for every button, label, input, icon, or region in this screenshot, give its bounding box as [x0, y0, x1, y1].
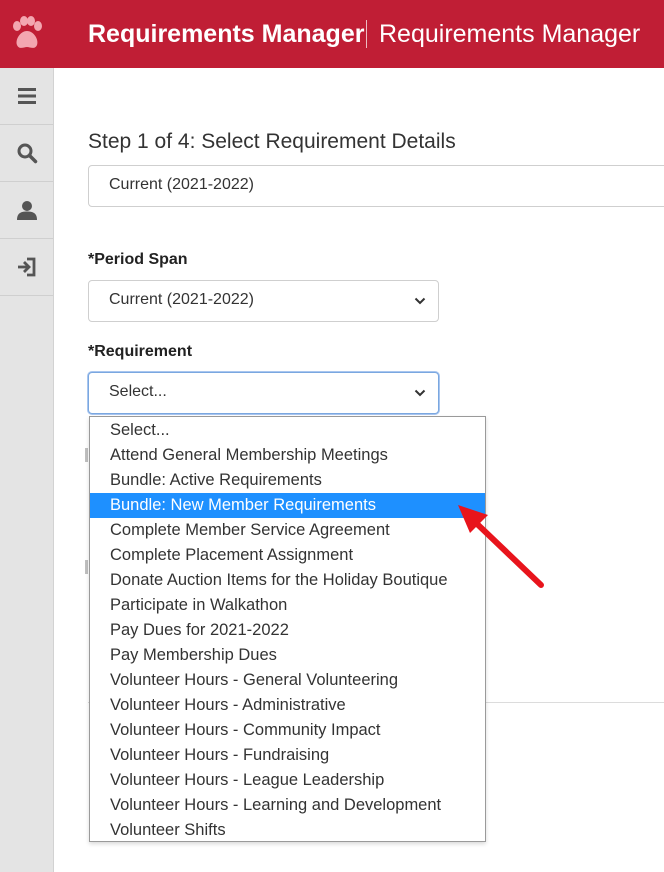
requirement-option[interactable]: Bundle: Active Requirements [90, 468, 485, 493]
user-icon [16, 201, 37, 220]
requirement-option[interactable]: Volunteer Hours - Fundraising [90, 743, 485, 768]
step-heading: Step 1 of 4: Select Requirement Details [88, 130, 456, 153]
sidebar-menu-button[interactable] [0, 68, 53, 125]
sign-in-icon [17, 257, 35, 277]
requirement-options-list[interactable]: Select... Attend General Membership Meeti… [89, 416, 486, 842]
search-icon [17, 143, 37, 164]
sidebar-user-button[interactable] [0, 182, 53, 239]
requirement-option[interactable]: Volunteer Hours - Learning and Developme… [90, 793, 485, 818]
hidden-field-edge [85, 560, 88, 574]
requirement-label: *Requirement [88, 343, 193, 360]
requirement-select[interactable]: Select... [88, 372, 439, 414]
requirement-option[interactable]: Participate in Walkathon [90, 593, 485, 618]
period-span-value: Current (2021-2022) [109, 291, 254, 308]
requirement-option[interactable]: Pay Dues for 2021-2022 [90, 618, 485, 643]
chevron-down-icon [414, 297, 426, 305]
requirement-option[interactable]: Select... [90, 418, 485, 443]
sidebar [0, 68, 54, 872]
requirement-option[interactable]: Attend General Membership Meetings [90, 443, 485, 468]
chevron-down-icon [414, 389, 426, 397]
requirement-value: Select... [109, 383, 167, 400]
requirement-option[interactable]: Complete Placement Assignment [90, 543, 485, 568]
sidebar-sign-in-button[interactable] [0, 239, 53, 296]
app-title[interactable]: Requirements Manager [88, 20, 364, 49]
requirement-option[interactable]: Volunteer Hours - General Volunteering [90, 668, 485, 693]
menu-icon [17, 88, 36, 104]
requirement-option[interactable]: Bundle: New Member Requirements [90, 493, 485, 518]
requirement-option[interactable]: Volunteer Hours - Community Impact [90, 718, 485, 743]
context-period-select[interactable]: Current (2021-2022) [88, 165, 664, 207]
requirement-option[interactable]: Pay Membership Dues [90, 643, 485, 668]
requirement-option[interactable]: Complete Member Service Agreement [90, 518, 485, 543]
paw-logo-icon[interactable] [10, 16, 44, 52]
requirement-option[interactable]: Volunteer Shifts [90, 818, 485, 843]
hidden-field-edge [85, 448, 88, 462]
annotation-arrow-icon [458, 505, 544, 588]
requirement-option[interactable]: Donate Auction Items for the Holiday Bou… [90, 568, 485, 593]
period-span-select[interactable]: Current (2021-2022) [88, 280, 439, 322]
top-header-bar: Requirements Manager Requirements Manage… [0, 0, 664, 68]
requirement-option[interactable]: Volunteer Hours - Administrative [90, 693, 485, 718]
title-divider [366, 20, 367, 48]
requirement-option[interactable]: Volunteer Hours - League Leadership [90, 768, 485, 793]
page-title: Requirements Manager [379, 20, 641, 48]
sidebar-search-button[interactable] [0, 125, 53, 182]
period-span-label: *Period Span [88, 251, 188, 268]
